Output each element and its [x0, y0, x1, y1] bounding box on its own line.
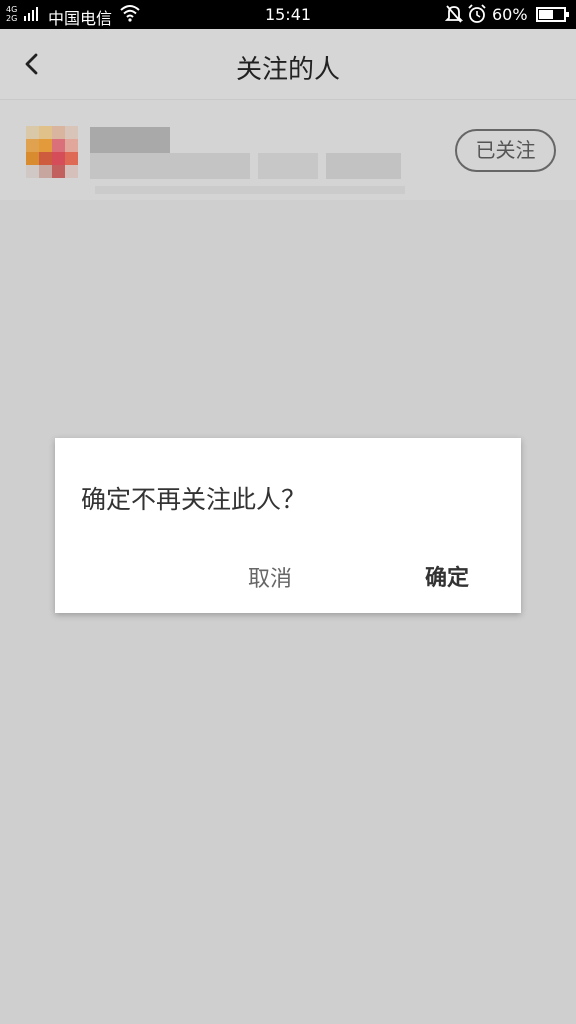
alarm-icon: [467, 4, 487, 28]
description-redacted: [326, 153, 401, 179]
avatar: [26, 126, 78, 178]
bell-mute-icon: [444, 4, 464, 28]
followed-button[interactable]: 已关注: [455, 129, 556, 172]
app-header: 关注的人: [0, 29, 576, 100]
page-title: 关注的人: [235, 55, 340, 85]
unfollow-confirm-dialog: 确定不再关注此人？ 取消 确定: [55, 438, 521, 613]
battery-percent: 60%: [492, 5, 528, 24]
username-redacted: [90, 127, 170, 153]
description-redacted: [95, 186, 405, 194]
cancel-button[interactable]: 取消: [248, 561, 292, 593]
dialog-message: 确定不再关注此人？: [81, 485, 307, 514]
status-bar: 4G 2G 中国电信 15:41 60%: [0, 0, 576, 29]
description-redacted: [258, 153, 318, 179]
description-redacted: [90, 153, 250, 179]
clock: 15:41: [264, 5, 312, 24]
confirm-button[interactable]: 确定: [425, 560, 469, 592]
battery-icon: [536, 7, 569, 22]
list-item[interactable]: 已关注: [0, 100, 576, 200]
